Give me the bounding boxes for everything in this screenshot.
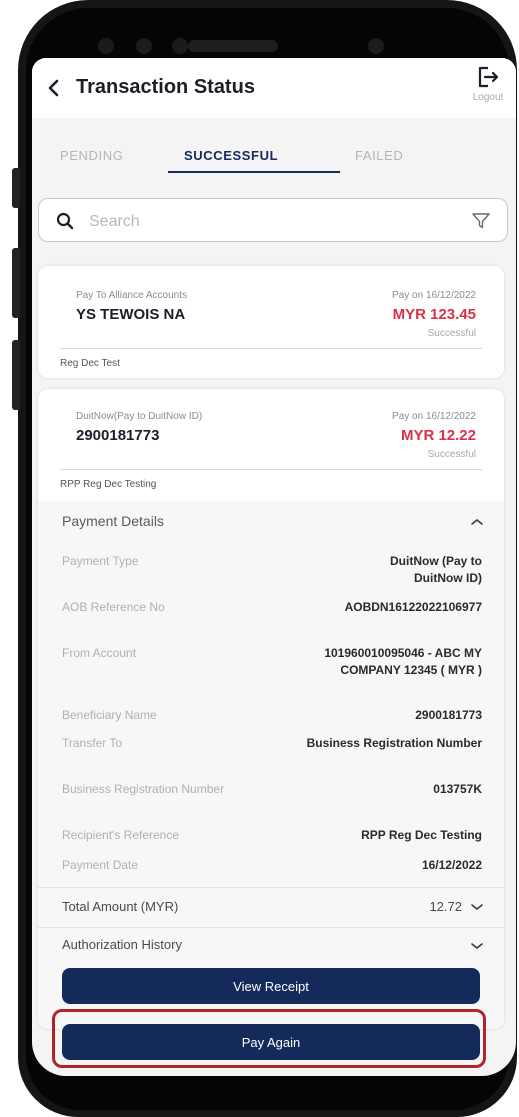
detail-label: Recipient's Reference <box>62 828 180 842</box>
detail-label: AOB Reference No <box>62 600 165 614</box>
page-title: Transaction Status <box>76 76 255 98</box>
detail-label: Payment Type <box>62 554 139 568</box>
chevron-up-icon[interactable] <box>470 517 484 527</box>
transaction-beneficiary: YS TEWOIS NA <box>76 306 186 323</box>
active-tab-indicator <box>168 171 340 173</box>
sensor <box>98 38 114 54</box>
detail-label: From Account <box>62 646 137 660</box>
side-button <box>12 168 20 208</box>
transaction-card-expanded[interactable]: DuitNow(Pay to DuitNow ID) 2900181773 Pa… <box>38 389 504 1029</box>
transaction-type: DuitNow(Pay to DuitNow ID) <box>76 411 203 422</box>
transaction-note: RPP Reg Dec Testing <box>60 479 157 490</box>
transaction-status: Successful <box>427 328 476 339</box>
detail-label: Business Registration Number <box>62 782 225 796</box>
detail-value: 2900181773 <box>415 708 482 722</box>
total-amount-label: Total Amount (MYR) <box>62 899 179 914</box>
logout-icon <box>478 66 499 88</box>
detail-value: RPP Reg Dec Testing <box>361 828 482 842</box>
back-arrow-icon[interactable] <box>40 74 68 102</box>
pay-again-highlight <box>52 1009 486 1068</box>
payment-details-title[interactable]: Payment Details <box>62 513 164 529</box>
card-divider <box>60 469 482 470</box>
transaction-type: Pay To Alliance Accounts <box>76 290 187 301</box>
search-input[interactable] <box>87 209 431 235</box>
detail-value: AOBDN16122022106977 <box>344 600 482 614</box>
detail-value: 101960010095046 - ABC MY COMPANY 12345 (… <box>324 646 482 677</box>
filter-icon[interactable] <box>471 211 491 231</box>
side-button <box>12 340 20 410</box>
detail-label: Payment Date <box>62 858 139 872</box>
details-divider <box>38 887 504 888</box>
detail-value: DuitNow (Pay to DuitNow ID) <box>390 554 482 585</box>
speaker-grille <box>188 40 278 52</box>
detail-value: 013757K <box>433 782 482 796</box>
tab-pending[interactable]: PENDING <box>60 148 123 163</box>
chevron-down-icon[interactable] <box>470 941 484 951</box>
authorization-history-label[interactable]: Authorization History <box>62 937 182 952</box>
transaction-note: Reg Dec Test <box>60 358 120 369</box>
side-button <box>12 248 20 318</box>
logout-label: Logout <box>472 92 504 103</box>
card-divider <box>60 348 482 349</box>
transaction-amount: MYR 123.45 <box>392 306 476 323</box>
total-amount-value: 12.72 <box>429 899 462 914</box>
detail-label: Transfer To <box>62 736 123 750</box>
status-tabs: PENDING SUCCESSFUL FAILED <box>32 118 516 188</box>
details-divider <box>38 927 504 928</box>
search-icon <box>56 212 74 230</box>
camera <box>136 38 152 54</box>
detail-label: Beneficiary Name <box>62 708 157 722</box>
transaction-amount: MYR 12.22 <box>400 427 476 444</box>
transaction-date: Pay on 16/12/2022 <box>392 411 476 422</box>
detail-value: 16/12/2022 <box>421 858 482 872</box>
view-receipt-button[interactable]: View Receipt <box>62 968 480 1004</box>
transaction-beneficiary: 2900181773 <box>76 427 160 444</box>
app-screen: Transaction Status Logout PENDING SUCCES… <box>32 58 516 1076</box>
payment-details-panel: Payment Details Payment Type DuitNow (Pa… <box>38 501 504 1029</box>
transaction-date: Pay on 16/12/2022 <box>392 290 476 301</box>
tab-failed[interactable]: FAILED <box>355 148 403 163</box>
tab-successful[interactable]: SUCCESSFUL <box>184 148 278 163</box>
sensor <box>172 38 188 54</box>
logout-button[interactable]: Logout <box>460 64 516 112</box>
front-camera <box>368 38 384 54</box>
detail-value: Business Registration Number <box>306 736 482 750</box>
search-bar <box>38 198 508 242</box>
app-header: Transaction Status Logout <box>32 58 516 118</box>
chevron-down-icon[interactable] <box>470 902 484 912</box>
transaction-status: Successful <box>427 449 476 460</box>
transaction-card[interactable]: Pay To Alliance Accounts YS TEWOIS NA Pa… <box>38 266 504 378</box>
